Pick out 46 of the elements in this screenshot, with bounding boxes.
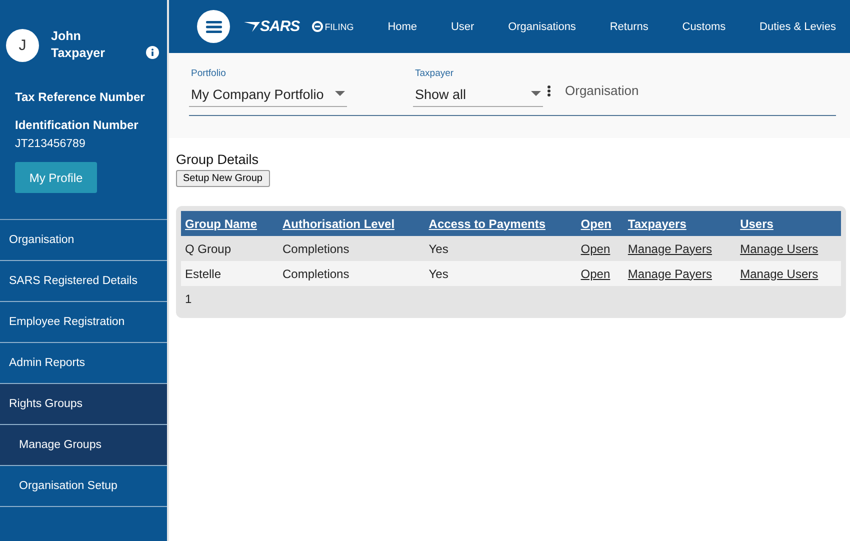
setup-group-button[interactable]: Setup New Group xyxy=(176,170,270,187)
nav-link[interactable]: Returns xyxy=(610,20,648,32)
nav-link[interactable]: User xyxy=(450,20,474,32)
column-header[interactable]: Authorisation Level xyxy=(278,211,425,236)
table-link[interactable]: Manage Users xyxy=(740,242,818,256)
info-icon[interactable] xyxy=(146,46,159,59)
logo-subtitle: FILING xyxy=(324,22,354,32)
menu-icon xyxy=(206,20,222,32)
circle-icon xyxy=(312,21,323,32)
field-label: Tax Reference Number xyxy=(15,90,145,104)
column-header[interactable]: Group Name xyxy=(181,211,279,236)
field-label: Portfolio xyxy=(190,68,227,79)
table-cell: Q Group xyxy=(181,236,279,261)
nav-link[interactable]: Organisations xyxy=(508,20,576,32)
field-label: Taxpayer xyxy=(414,68,455,79)
table-cell: Completions xyxy=(278,236,425,261)
column-header[interactable]: Users xyxy=(736,211,841,236)
table-cell: Yes xyxy=(424,236,577,261)
nav-link[interactable]: Duties & Levies xyxy=(760,20,836,32)
swoosh-icon xyxy=(244,22,260,32)
portfolio-select[interactable]: My Company Portfolio xyxy=(189,82,347,107)
table-cell: Estelle xyxy=(181,261,279,286)
field-value: JT213456789 xyxy=(15,138,86,150)
user-avatar: J xyxy=(6,28,39,62)
more-icon[interactable] xyxy=(547,85,551,97)
table-cell: Yes xyxy=(424,261,577,286)
nav-link[interactable]: Home xyxy=(388,20,418,32)
table-link[interactable]: Manage Payers xyxy=(628,242,712,256)
logo-text: SARS xyxy=(260,18,300,35)
sidebar-subitem[interactable]: Manage Groups xyxy=(0,425,167,466)
column-header[interactable]: Taxpayers xyxy=(624,211,736,236)
user-name: John Taxpayer xyxy=(51,28,106,62)
caret-icon xyxy=(531,91,541,97)
sidebar-item[interactable]: Rights Groups xyxy=(0,384,167,425)
page-number[interactable]: 1 xyxy=(181,286,841,314)
menu-button[interactable] xyxy=(197,10,230,43)
table-link[interactable]: Open xyxy=(580,242,610,256)
column-header[interactable]: Access to Payments xyxy=(424,211,577,236)
table-cell: Completions xyxy=(278,261,425,286)
context-label: Organisation xyxy=(565,83,639,98)
caret-icon xyxy=(335,91,345,97)
field-label: Identification Number xyxy=(15,118,138,132)
section-title: Group Details xyxy=(176,152,260,167)
nav-link[interactable]: Customs xyxy=(682,20,726,32)
taxpayer-select[interactable]: Show all xyxy=(413,82,543,107)
column-header[interactable]: Open xyxy=(576,211,624,236)
